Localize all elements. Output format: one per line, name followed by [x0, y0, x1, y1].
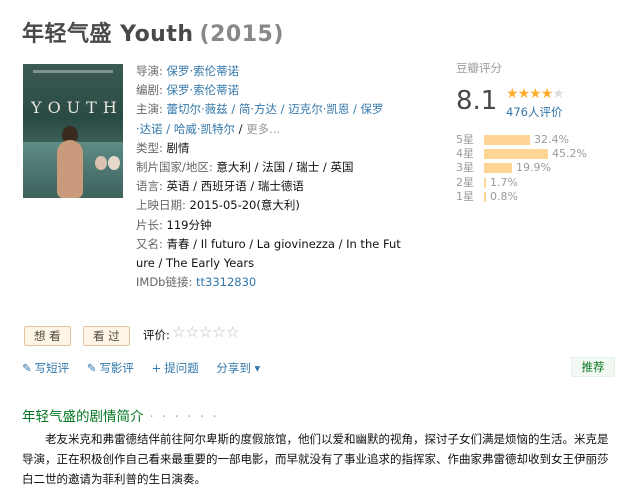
ask-question-link[interactable]: 提问题	[164, 361, 199, 375]
rating-bar-percent: 45.2%	[552, 147, 587, 161]
rating-score: 8.1	[456, 86, 498, 116]
empty-star-icon[interactable]: ☆	[199, 323, 212, 341]
star-icon: ★	[529, 86, 542, 102]
rating-bar-fill	[484, 135, 530, 145]
rating-panel: 豆瓣评分 8.1 ★★★★★ 476人评价	[456, 60, 616, 119]
cast-more-link[interactable]: 更多...	[246, 122, 280, 136]
rating-breakdown: 5星 32.4% 4星 45.2% 3星 19.9% 2星 1.7% 1星 0.8%	[456, 133, 626, 204]
movie-poster[interactable]: YOUTH	[23, 64, 123, 198]
recommend-button[interactable]: 推荐	[571, 357, 615, 377]
share-dropdown[interactable]: 分享到 ▾	[216, 360, 260, 376]
aka-value-continued: ure / The Early Years	[136, 256, 255, 271]
cast-label: 主演:	[136, 102, 163, 117]
poster-old-man-1	[95, 156, 107, 170]
rating-bar-label: 2星	[456, 175, 474, 189]
pencil-icon: ✎	[86, 361, 97, 375]
star-icon: ★	[540, 86, 554, 102]
rating-bar-percent: 0.8%	[490, 189, 518, 203]
rating-bar-row: 4星 45.2%	[456, 147, 626, 161]
poster-title-text: YOUTH	[31, 98, 123, 117]
genre-value: 剧情	[166, 140, 190, 155]
rating-bar-percent: 32.4%	[534, 133, 569, 146]
rating-bar-row: 5星 32.4%	[456, 133, 626, 147]
want-to-watch-button[interactable]: 想 看	[24, 326, 71, 346]
country-value: 意大利 / 法国 / 瑞士 / 英国	[216, 160, 354, 175]
star-icon: ★	[517, 86, 531, 102]
movie-year: (2015)	[199, 22, 284, 47]
cast-link[interactable]: 蕾切尔·薇兹 / 简·方达 / 迈克尔·凯恩 / 保罗	[167, 102, 384, 116]
rating-bar-row: 2星 1.7%	[456, 176, 626, 190]
release-label: 上映日期:	[136, 198, 186, 213]
empty-star-icon[interactable]: ☆	[172, 323, 185, 341]
write-review-link[interactable]: 写影评	[99, 361, 134, 375]
rate-label: 评价:	[143, 328, 170, 342]
star-empty-icon: ★	[552, 86, 565, 102]
director-label: 导演:	[136, 64, 163, 78]
rating-bar-label: 1星	[456, 189, 474, 203]
write-review[interactable]: ✎ 写影评	[87, 360, 134, 376]
rating-bar-label: 5星	[456, 133, 474, 146]
page-title: 年轻气盛 Youth (2015)	[22, 16, 284, 48]
language-label: 语言:	[136, 179, 163, 194]
director-link[interactable]: 保罗·索伦蒂诺	[167, 64, 240, 78]
synopsis-title: 年轻气盛的剧情简介	[22, 409, 144, 425]
write-short-review[interactable]: ✎ 写短评	[22, 360, 69, 376]
rating-stars: ★★★★★	[506, 86, 565, 102]
rating-count-link[interactable]: 476人评价	[506, 104, 562, 120]
poster-figure	[57, 140, 83, 198]
rating-bar-percent: 1.7%	[490, 175, 518, 189]
runtime-value: 119分钟	[166, 217, 212, 232]
plus-icon: +	[151, 361, 162, 375]
empty-star-icon[interactable]: ☆	[212, 323, 225, 341]
cast-link-continued[interactable]: ·达诺 / 哈威·凯特尔	[136, 122, 235, 136]
pencil-icon: ✎	[22, 361, 32, 375]
chevron-down-icon: ▾	[254, 361, 261, 375]
write-short-review-link[interactable]: 写短评	[35, 361, 70, 375]
rating-bar-fill	[484, 177, 486, 188]
rating-bar-label: 3星	[456, 161, 474, 175]
poster-credits-strip	[33, 70, 113, 73]
rating-bar-row: 3星 19.9%	[456, 161, 626, 175]
rating-bar-fill	[484, 191, 486, 202]
genre-label: 类型:	[136, 140, 163, 155]
movie-info: 导演: 保罗·索伦蒂诺 编剧: 保罗·索伦蒂诺 主演: 蕾切尔·薇兹 / 简·方…	[136, 64, 401, 290]
country-label: 制片国家/地区:	[136, 160, 213, 175]
rating-bar-row: 1星 0.8%	[456, 190, 626, 204]
rating-bar-fill	[484, 163, 512, 174]
share-link[interactable]: 分享到	[216, 361, 251, 375]
empty-star-icon[interactable]: ☆	[226, 323, 239, 341]
ask-question[interactable]: + 提问题	[152, 360, 199, 376]
poster-old-man-2	[108, 156, 120, 170]
synopsis-dots: · · · · · ·	[149, 409, 219, 425]
aka-value: 青春 / Il futuro / La giovinezza / In the …	[166, 236, 401, 251]
rate-stars-input[interactable]: ☆☆☆☆☆	[172, 323, 239, 341]
language-value: 英语 / 西班牙语 / 瑞士德语	[166, 179, 304, 194]
action-bar: ✎ 写短评 ✎ 写影评 + 提问题 分享到 ▾	[22, 360, 274, 376]
star-icon: ★	[506, 86, 519, 102]
aka-label: 又名:	[136, 236, 163, 251]
synopsis-heading: 年轻气盛的剧情简介 · · · · · ·	[22, 405, 219, 425]
writer-label: 编剧:	[136, 83, 163, 98]
rating-label: 豆瓣评分	[456, 61, 502, 75]
writer-link[interactable]: 保罗·索伦蒂诺	[167, 83, 240, 97]
watched-button[interactable]: 看 过	[83, 326, 130, 346]
rating-bar-fill	[484, 149, 548, 160]
imdb-label: IMDb链接:	[136, 275, 193, 290]
movie-title: 年轻气盛 Youth	[22, 22, 194, 47]
runtime-label: 片长:	[136, 217, 163, 232]
synopsis-text: 老友米克和弗雷德结伴前往阿尔卑斯的度假旅馆，他们以爱和幽默的视角，探讨子女们满是…	[22, 432, 609, 486]
release-value: 2015-05-20(意大利)	[189, 198, 300, 213]
imdb-link[interactable]: tt3312830	[196, 275, 256, 289]
empty-star-icon[interactable]: ☆	[185, 323, 198, 341]
rating-bar-label: 4星	[456, 147, 474, 161]
rating-bar-percent: 19.9%	[516, 161, 551, 175]
